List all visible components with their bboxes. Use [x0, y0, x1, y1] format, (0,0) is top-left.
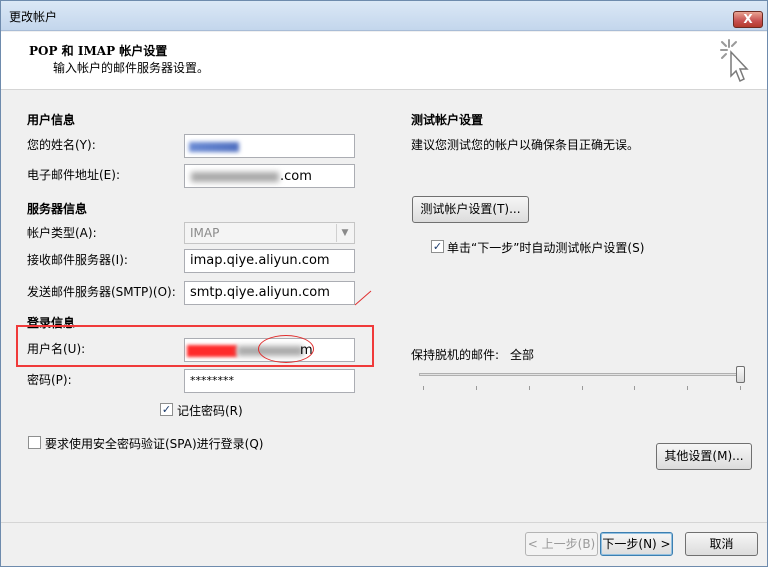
- user-info-heading: 用户信息: [27, 113, 76, 127]
- window-title: 更改帐户: [9, 10, 58, 24]
- header-subtitle: 输入帐户的邮件服务器设置。: [53, 61, 210, 75]
- back-button[interactable]: < 上一步(B): [525, 532, 598, 556]
- more-settings-button[interactable]: 其他设置(M)...: [656, 443, 752, 470]
- account-type-label: 帐户类型(A):: [27, 226, 97, 240]
- test-account-button[interactable]: 测试帐户设置(T)...: [412, 196, 529, 223]
- cancel-button[interactable]: 取消: [685, 532, 758, 556]
- redacted-email: [191, 172, 279, 182]
- outgoing-server-input[interactable]: smtp.qiye.aliyun.com: [184, 281, 355, 305]
- spa-checkbox[interactable]: [28, 436, 41, 449]
- title-bar[interactable]: 更改帐户 X: [1, 1, 767, 31]
- red-ellipse-annotation: [258, 335, 314, 363]
- next-button[interactable]: 下一步(N) >: [600, 532, 673, 556]
- slider-tick: [475, 386, 477, 390]
- slider-tick: [423, 386, 424, 390]
- outgoing-server-label: 发送邮件服务器(SMTP)(O):: [27, 285, 176, 299]
- bottom-separator: [1, 522, 767, 523]
- redacted-name: [189, 142, 239, 152]
- account-type-select: IMAP ▼: [184, 222, 355, 244]
- username-label: 用户名(U):: [27, 342, 86, 356]
- dialog-header: POP 和 IMAP 帐户设置 输入帐户的邮件服务器设置。: [1, 32, 767, 90]
- offline-mail-label: 保持脱机的邮件:: [411, 348, 500, 362]
- password-label: 密码(P):: [27, 373, 72, 387]
- name-label: 您的姓名(Y):: [27, 138, 96, 152]
- remember-password-checkbox[interactable]: ✓: [160, 403, 173, 416]
- incoming-server-label: 接收邮件服务器(I):: [27, 253, 128, 267]
- test-settings-heading: 测试帐户设置: [411, 113, 484, 127]
- offline-mail-value: 全部: [510, 348, 535, 362]
- header-title: POP 和 IMAP 帐户设置: [29, 44, 168, 58]
- account-type-value: IMAP: [190, 226, 220, 240]
- email-suffix: .com: [280, 169, 312, 184]
- sparkle-cursor-icon: [720, 39, 749, 83]
- slider-tick: [581, 386, 583, 390]
- incoming-server-input[interactable]: imap.qiye.aliyun.com: [184, 249, 355, 273]
- name-input[interactable]: [184, 134, 355, 158]
- redacted-username: [187, 345, 237, 357]
- slider-tick: [740, 386, 741, 390]
- red-annotation-stroke: [354, 290, 372, 306]
- slider-tick: [528, 386, 530, 390]
- chevron-down-icon: ▼: [336, 224, 353, 242]
- spa-label: 要求使用安全密码验证(SPA)进行登录(Q): [45, 437, 264, 451]
- auto-test-label: 单击“下一步”时自动测试帐户设置(S): [447, 241, 645, 255]
- slider-tick: [634, 386, 636, 390]
- offline-slider-track[interactable]: [419, 373, 745, 376]
- test-settings-description: 建议您测试您的帐户以确保条目正确无误。: [411, 138, 640, 152]
- password-input[interactable]: ********: [184, 369, 355, 393]
- email-input[interactable]: .com: [184, 164, 355, 188]
- auto-test-checkbox[interactable]: ✓: [431, 240, 444, 253]
- server-info-heading: 服务器信息: [27, 202, 88, 216]
- email-label: 电子邮件地址(E):: [27, 168, 120, 182]
- offline-slider-thumb[interactable]: [736, 366, 745, 383]
- remember-password-label: 记住密码(R): [177, 404, 243, 418]
- close-button[interactable]: X: [733, 11, 763, 28]
- slider-tick: [687, 386, 689, 390]
- change-account-dialog: 更改帐户 X POP 和 IMAP 帐户设置 输入帐户的邮件服务器设置。 用户信…: [0, 0, 768, 567]
